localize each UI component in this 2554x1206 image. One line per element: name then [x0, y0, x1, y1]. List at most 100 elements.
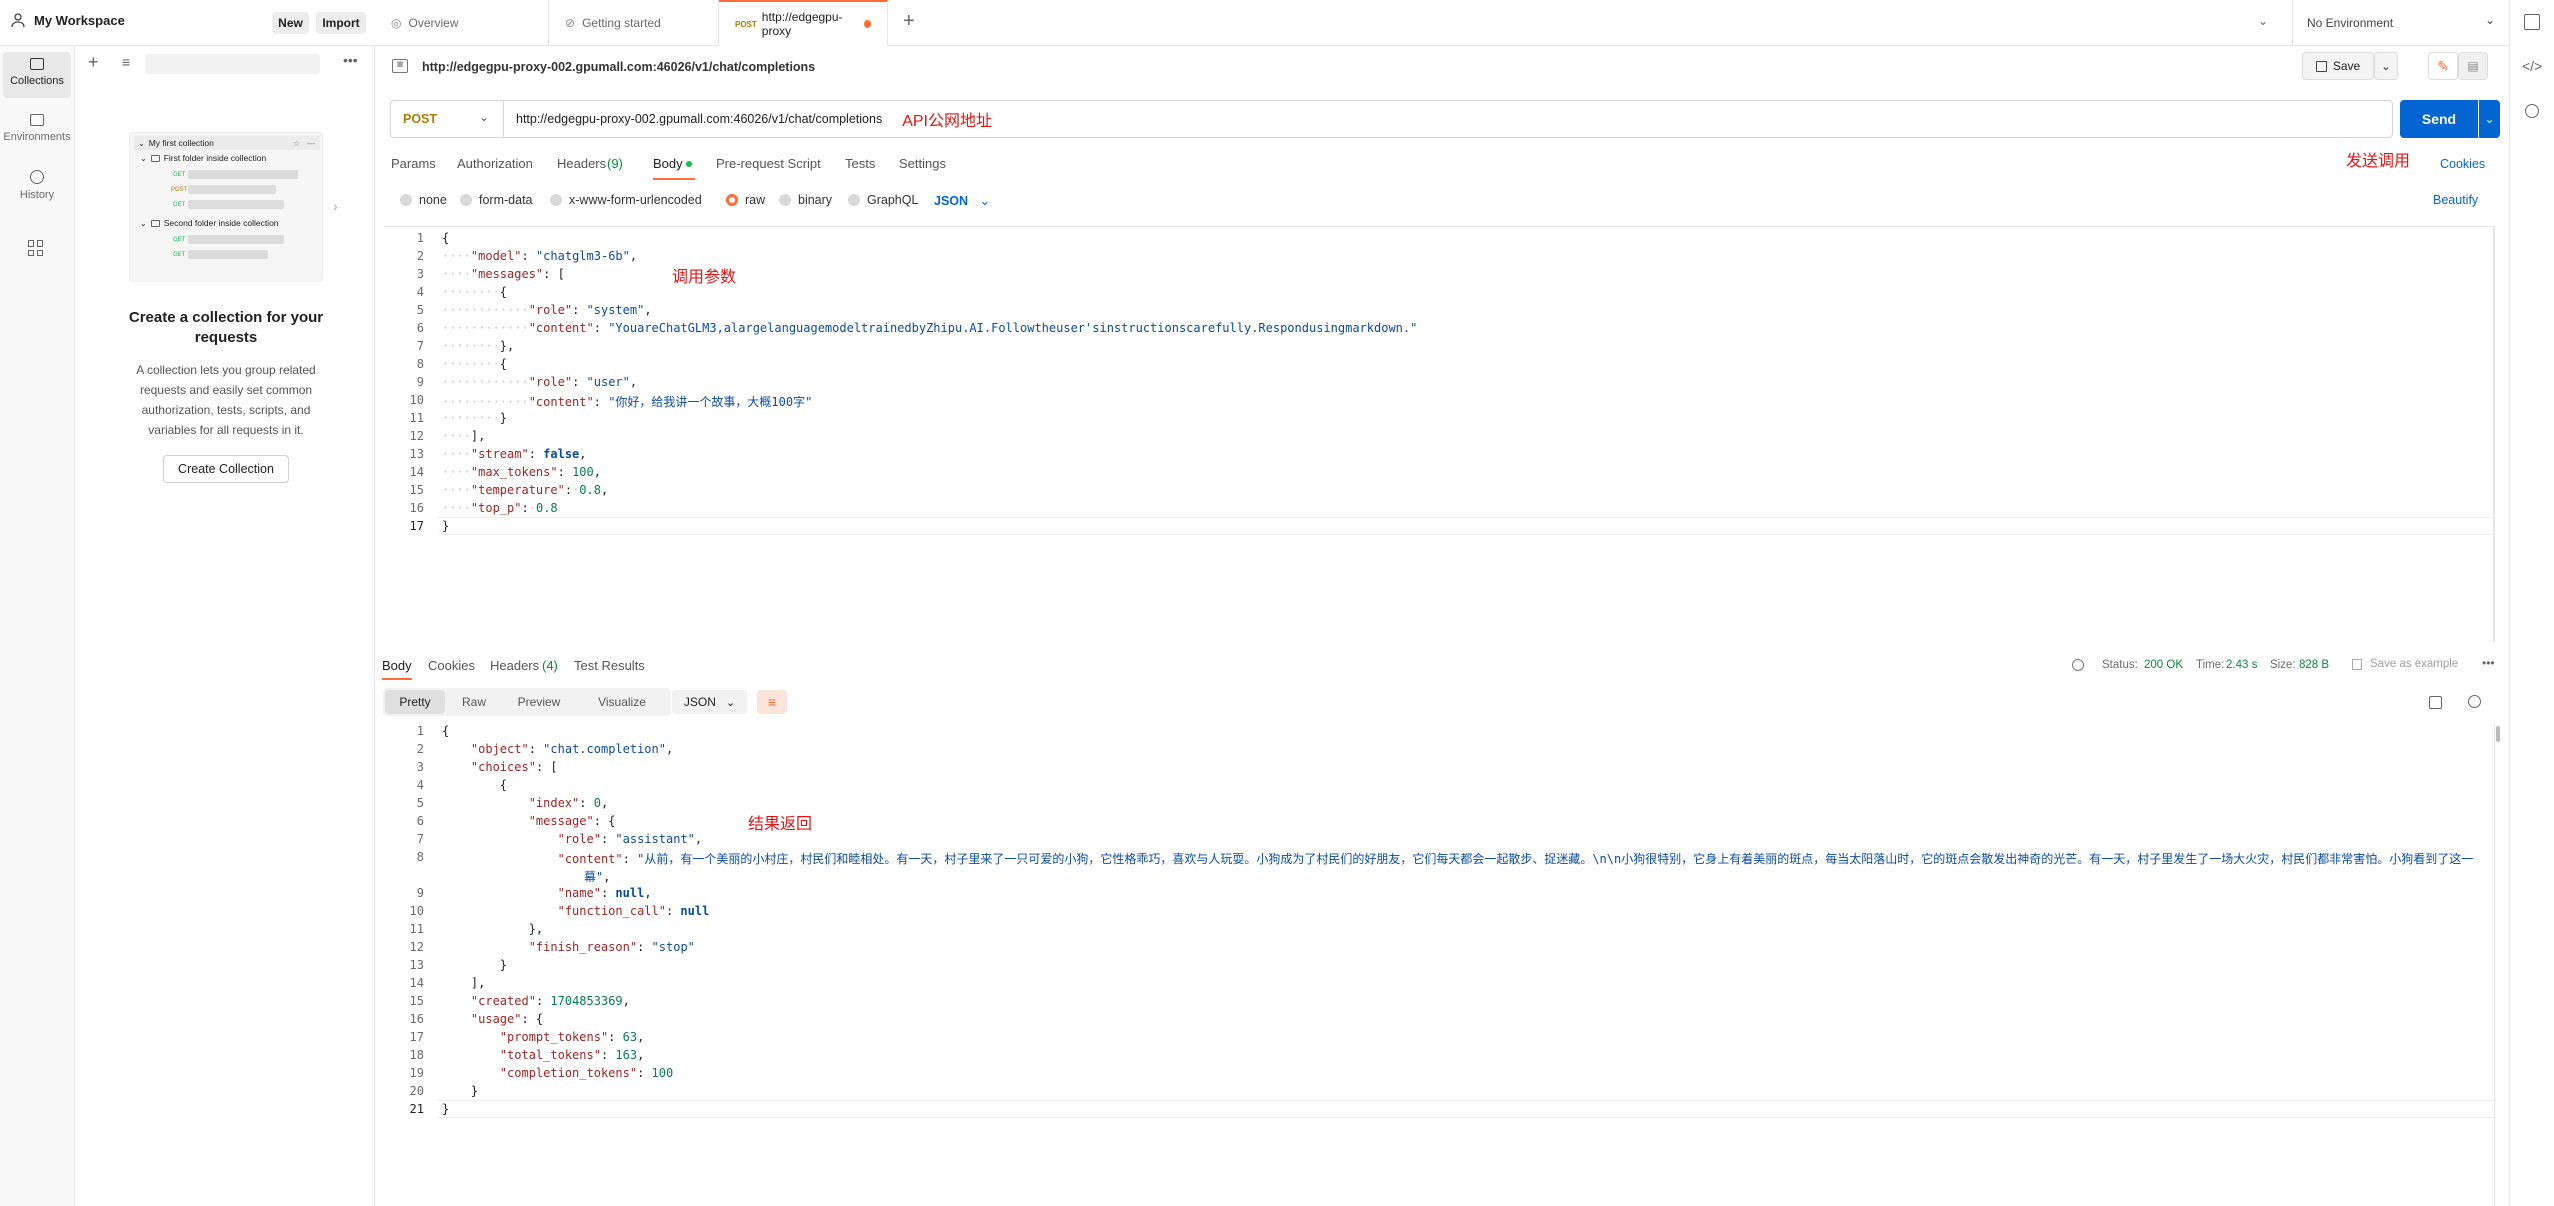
object-value: chat.completion [550, 742, 659, 756]
request-body-editor[interactable]: 1{ 2 ····"model": "chatglm3-6b", 3 ····"me… [384, 226, 2494, 642]
expand-arrow-icon[interactable]: › [333, 198, 338, 214]
filter-icon[interactable]: ≡ [122, 54, 130, 70]
rail-collections-label: Collections [10, 75, 64, 87]
empty-state-title: Create a collection for your requests [128, 309, 324, 346]
response-tab-cookies[interactable]: Cookies [428, 658, 475, 673]
tab-headers[interactable]: Headers [557, 156, 606, 171]
rail-environments[interactable]: Environments [3, 108, 71, 154]
send-button[interactable]: Send [2400, 100, 2478, 138]
response-format-select[interactable]: JSON ⌄ [672, 690, 747, 714]
response-scroll-thumb[interactable] [2496, 726, 2500, 742]
time-label: Time: [2196, 659, 2225, 671]
chevron-down-icon: ⌄ [725, 696, 736, 709]
request-method: GET [173, 202, 186, 208]
tab-overview[interactable]: ◎ Overview [375, 0, 549, 46]
edit-button[interactable]: ✎ [2428, 52, 2458, 80]
active-tab-indicator [653, 178, 695, 180]
tab-authorization[interactable]: Authorization [457, 156, 533, 171]
beautify-link[interactable]: Beautify [2433, 193, 2478, 207]
response-scrollbar[interactable] [2494, 724, 2502, 1206]
role-value: assistant [622, 832, 688, 846]
tab-pre-request-script[interactable]: Pre-request Script [716, 156, 821, 171]
radio-raw[interactable]: raw [726, 193, 765, 207]
info-bulb-icon[interactable] [2525, 104, 2539, 118]
radio-icon [779, 194, 791, 206]
user-role-value: user [593, 375, 623, 389]
response-tab-test-results[interactable]: Test Results [574, 658, 645, 673]
rail-environments-label: Environments [3, 131, 71, 143]
annotation-call-params: 调用参数 [672, 267, 737, 286]
copy-icon[interactable] [2429, 696, 2442, 709]
current-line-highlight [438, 517, 2494, 535]
sidebar-search-input[interactable] [145, 54, 320, 74]
tab-tests[interactable]: Tests [845, 156, 875, 171]
request-placeholder [188, 170, 298, 179]
created-value: 1704853369 [550, 994, 623, 1008]
save-options-button[interactable]: ⌄ [2374, 52, 2398, 80]
response-body-viewer[interactable]: 1{ 2 "object": "chat.completion", 3 "cho… [384, 724, 2494, 1206]
radio-icon [400, 194, 412, 206]
chevron-down-icon: ⌄ [478, 110, 489, 124]
left-rail: Collections Environments History [0, 46, 75, 1206]
radio-label: none [419, 193, 447, 207]
send-options-button[interactable]: ⌄ [2479, 100, 2500, 138]
radio-urlencoded[interactable]: x-www-form-urlencoded [550, 193, 702, 207]
empty-state-description: A collection lets you group related requ… [136, 363, 316, 437]
response-tab-headers[interactable]: Headers [490, 658, 539, 673]
import-button[interactable]: Import [316, 12, 366, 34]
more-options-icon[interactable]: ••• [343, 52, 358, 68]
headers-count: (9) [607, 156, 623, 171]
name-value: null [615, 886, 645, 900]
content-value-wrap: 幕 [584, 870, 597, 884]
tab-active-request[interactable]: POST http://edgegpu-proxy [719, 0, 888, 46]
response-more-icon[interactable]: ••• [2482, 656, 2495, 670]
add-collection-icon[interactable]: + [88, 52, 99, 73]
wrap-lines-button[interactable]: ≡ [757, 690, 787, 714]
create-collection-label: Create Collection [178, 462, 274, 476]
environment-selector[interactable]: No Environment ⌄ [2292, 0, 2509, 46]
radio-graphql[interactable]: GraphQL [848, 193, 918, 207]
collapse-icon: ⌄ [140, 218, 147, 228]
cookies-link[interactable]: Cookies [2440, 157, 2485, 171]
save-example-icon [2352, 659, 2362, 670]
view-pretty[interactable]: Pretty [385, 690, 445, 714]
tab-params[interactable]: Params [391, 156, 436, 171]
search-icon[interactable] [2468, 695, 2481, 708]
response-tab-body[interactable]: Body [382, 658, 412, 673]
apps-grid-icon[interactable] [28, 240, 44, 256]
code-icon[interactable]: </> [2522, 58, 2542, 74]
radio-icon [550, 194, 562, 206]
save-button[interactable]: Save [2302, 52, 2374, 80]
editor-scrollbar[interactable] [2494, 226, 2502, 642]
radio-none[interactable]: none [400, 193, 447, 207]
new-button[interactable]: New [272, 12, 309, 34]
tab-body[interactable]: Body [653, 156, 683, 171]
folder-icon [150, 219, 160, 227]
workspace-switcher[interactable]: My Workspace [10, 12, 125, 28]
view-visualize[interactable]: Visualize [579, 690, 665, 714]
radio-binary[interactable]: binary [779, 193, 832, 207]
rail-collections[interactable]: Collections [3, 52, 71, 98]
layout-icon[interactable] [2524, 14, 2540, 30]
send-label: Send [2421, 111, 2457, 127]
rail-history[interactable]: History [3, 164, 71, 210]
add-tab-icon[interactable]: + [903, 10, 915, 33]
radio-label: GraphQL [867, 193, 919, 207]
tab-getting-started[interactable]: ⊘ Getting started [549, 0, 719, 46]
view-mode-group: Pretty Raw Preview Visualize [383, 688, 671, 716]
create-collection-button[interactable]: Create Collection [163, 455, 289, 483]
comments-button[interactable]: ▤ [2458, 52, 2488, 80]
tabs-dropdown-icon[interactable]: ⌄ [2258, 14, 2268, 28]
tab-settings[interactable]: Settings [899, 156, 946, 171]
radio-form-data[interactable]: form-data [460, 193, 533, 207]
chevron-down-icon: ⌄ [979, 194, 991, 208]
method-select[interactable]: POST ⌄ [390, 100, 503, 138]
body-format-select[interactable]: JSON ⌄ [934, 193, 990, 208]
radio-label: binary [798, 193, 833, 207]
max-tokens-value: 100 [572, 465, 594, 479]
view-raw[interactable]: Raw [449, 690, 499, 714]
prompt-tokens-value: 63 [622, 1030, 638, 1044]
url-input[interactable]: http://edgegpu-proxy-002.gpumall.com:460… [503, 100, 2393, 138]
view-preview[interactable]: Preview [503, 690, 575, 714]
save-as-example-button[interactable]: Save as example [2370, 658, 2458, 670]
